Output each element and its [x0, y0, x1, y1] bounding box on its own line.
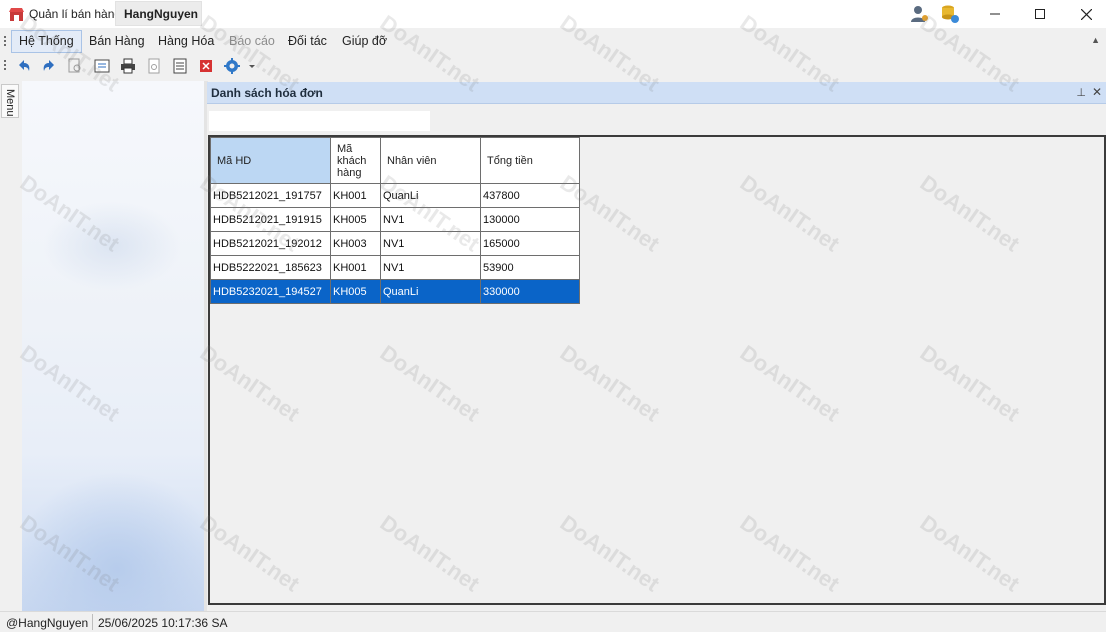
invoice-grid[interactable]: Mã HD Mã khách hàng Nhân viên Tổng tiền … — [210, 137, 580, 304]
cell-ma-khach-hang[interactable]: KH001 — [330, 255, 381, 280]
status-bar: @HangNguyen 25/06/2025 10:17:36 SA — [0, 611, 1106, 632]
cell-ma-khach-hang[interactable]: KH003 — [330, 231, 381, 256]
cell-nhan-vien[interactable]: QuanLi — [380, 279, 481, 304]
close-button[interactable] — [1063, 0, 1106, 28]
cell-tong-tien[interactable]: 53900 — [480, 255, 580, 280]
cell-tong-tien[interactable]: 130000 — [480, 207, 580, 232]
user-tab-label: HangNguyen — [124, 7, 199, 21]
cell-ma-hd[interactable]: HDB5212021_191757 — [210, 183, 331, 208]
menu-bar: Hệ Thống Bán Hàng Hàng Hóa Báo cáo Đối t… — [0, 28, 1106, 55]
menu-doi-tac[interactable]: Đối tác — [281, 30, 334, 53]
cell-ma-khach-hang[interactable]: KH001 — [330, 183, 381, 208]
find-icon[interactable] — [66, 57, 84, 75]
status-user: @HangNguyen — [6, 616, 89, 630]
document-header: Danh sách hóa đơn ⊥ ✕ — [207, 82, 1106, 104]
settings-gear-icon[interactable] — [223, 57, 241, 75]
menu-side-tab-label: Menu — [4, 89, 16, 117]
title-bar: Quản lí bán hàng HangNguyen — [0, 0, 1106, 28]
menubar-grip[interactable] — [4, 36, 6, 48]
dropdown-arrow-icon[interactable] — [247, 57, 257, 75]
cell-nhan-vien[interactable]: NV1 — [380, 255, 481, 280]
page-setup-icon[interactable] — [171, 57, 189, 75]
cell-nhan-vien[interactable]: QuanLi — [380, 183, 481, 208]
database-refresh-icon[interactable] — [940, 4, 960, 24]
cell-nhan-vien[interactable]: NV1 — [380, 207, 481, 232]
cell-tong-tien[interactable]: 330000 — [480, 279, 580, 304]
search-input[interactable] — [208, 110, 431, 132]
menu-side-tab[interactable]: Menu — [1, 84, 19, 118]
menubar-overflow-icon[interactable]: ▲ — [1091, 35, 1100, 45]
column-header-nhan-vien[interactable]: Nhân viên — [380, 137, 481, 184]
close-icon — [1080, 8, 1092, 20]
background-cloud — [42, 201, 182, 291]
menu-giup-do[interactable]: Giúp đỡ — [335, 30, 394, 53]
cell-ma-hd[interactable]: HDB5212021_191915 — [210, 207, 331, 232]
cell-tong-tien[interactable]: 437800 — [480, 183, 580, 208]
menu-hang-hoa[interactable]: Hàng Hóa — [151, 30, 221, 53]
table-row[interactable]: HDB5222021_185623 KH001 NV1 53900 — [210, 255, 580, 280]
background-cloud — [22, 471, 204, 611]
minimize-icon — [990, 13, 1000, 15]
cell-tong-tien[interactable]: 165000 — [480, 231, 580, 256]
print-icon[interactable] — [119, 57, 137, 75]
column-header-tong-tien[interactable]: Tổng tiền — [480, 137, 580, 184]
minimize-button[interactable] — [972, 0, 1018, 28]
pin-icon[interactable]: ⊥ — [1076, 86, 1086, 99]
menu-bao-cao[interactable]: Báo cáo — [222, 30, 282, 53]
column-header-ma-khach-hang[interactable]: Mã khách hàng — [330, 137, 381, 184]
properties-icon[interactable] — [93, 57, 111, 75]
table-row[interactable]: HDB5212021_191757 KH001 QuanLi 437800 — [210, 183, 580, 208]
user-settings-icon[interactable] — [910, 4, 930, 24]
undo-icon[interactable] — [15, 57, 33, 75]
redo-icon[interactable] — [40, 57, 58, 75]
menu-he-thong[interactable]: Hệ Thống — [11, 30, 82, 53]
close-document-icon[interactable]: ✕ — [1092, 85, 1102, 99]
maximize-button[interactable] — [1017, 0, 1063, 28]
table-row-selected[interactable]: HDB5232021_194527 KH005 QuanLi 330000 — [210, 279, 580, 304]
left-background-panel — [22, 81, 204, 611]
cell-ma-hd[interactable]: HDB5212021_192012 — [210, 231, 331, 256]
table-row[interactable]: HDB5212021_191915 KH005 NV1 130000 — [210, 207, 580, 232]
cell-ma-hd[interactable]: HDB5222021_185623 — [210, 255, 331, 280]
column-header-ma-hd[interactable]: Mã HD — [210, 137, 331, 184]
table-row[interactable]: HDB5212021_192012 KH003 NV1 165000 — [210, 231, 580, 256]
app-title: Quản lí bán hàng — [29, 7, 122, 21]
toolbar — [0, 55, 1106, 79]
document-title: Danh sách hóa đơn — [211, 86, 323, 100]
cell-ma-khach-hang[interactable]: KH005 — [330, 207, 381, 232]
print-preview-icon[interactable] — [145, 57, 163, 75]
grid-header-row: Mã HD Mã khách hàng Nhân viên Tổng tiền — [210, 137, 580, 184]
cell-ma-khach-hang[interactable]: KH005 — [330, 279, 381, 304]
status-separator — [92, 614, 93, 630]
delete-icon[interactable] — [197, 57, 215, 75]
store-icon — [9, 8, 24, 21]
left-dock-strip — [0, 81, 22, 611]
user-tab[interactable]: HangNguyen — [115, 1, 202, 26]
toolbar-grip[interactable] — [4, 60, 6, 72]
cell-ma-hd[interactable]: HDB5232021_194527 — [210, 279, 331, 304]
menu-ban-hang[interactable]: Bán Hàng — [82, 30, 152, 53]
maximize-icon — [1035, 9, 1045, 19]
cell-nhan-vien[interactable]: NV1 — [380, 231, 481, 256]
status-datetime: 25/06/2025 10:17:36 SA — [98, 616, 228, 630]
